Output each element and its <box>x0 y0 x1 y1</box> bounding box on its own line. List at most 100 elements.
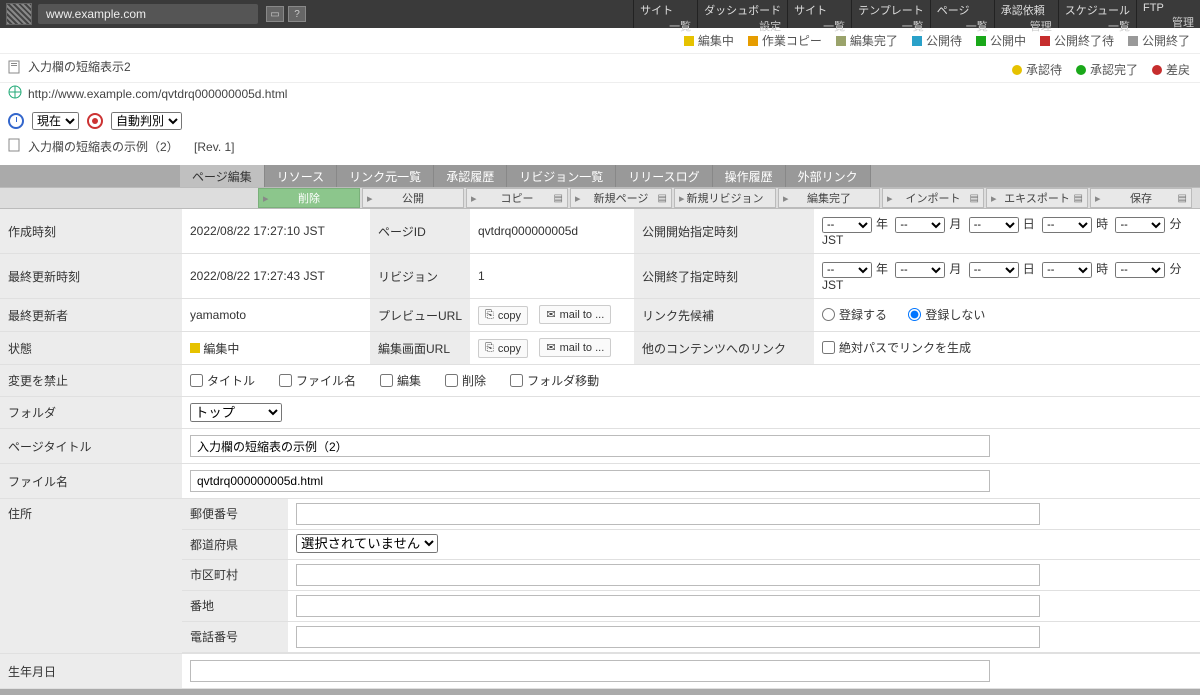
pub-start-min[interactable]: -- <box>1115 217 1165 233</box>
pub-end-day[interactable]: -- <box>969 262 1019 278</box>
filename-input[interactable] <box>190 470 990 492</box>
time-select[interactable]: 現在 <box>32 112 79 130</box>
title-value <box>182 429 1200 464</box>
pub-start-day[interactable]: -- <box>969 217 1019 233</box>
nav-tab[interactable]: ダッシュボード設定 <box>697 0 787 28</box>
pub-end-hour[interactable]: -- <box>1042 262 1092 278</box>
nav-tab[interactable]: ページ一覧 <box>930 0 994 28</box>
toolbar-新規リビジョン[interactable]: ▸新規リビジョン <box>674 188 776 208</box>
other-link-label: 他のコンテンツへのリンク <box>634 332 814 365</box>
pub-start-year[interactable]: -- <box>822 217 872 233</box>
tab-7[interactable]: 外部リンク <box>786 165 871 187</box>
tab-4[interactable]: リビジョン一覧 <box>507 165 616 187</box>
lock-opt[interactable]: 編集 <box>380 372 421 389</box>
page-tabs: ページ編集リソースリンク元一覧承認履歴リビジョン一覧リリースログ操作履歴外部リン… <box>0 165 1200 187</box>
page-url-row: http://www.example.com/qvtdrq000000005d.… <box>0 83 1200 108</box>
record-icon <box>87 113 103 129</box>
site-url: www.example.com <box>38 4 258 24</box>
top-tool-icons: ▭ ? <box>266 6 306 22</box>
tab-6[interactable]: 操作履歴 <box>713 165 786 187</box>
toolbar-エキスポート[interactable]: ▸エキスポート▤ <box>986 188 1088 208</box>
rev-value: 1 <box>470 254 634 299</box>
mail-icon: ✉ <box>546 308 555 321</box>
toolbar-保存[interactable]: ▸保存▤ <box>1090 188 1192 208</box>
toolbar-インポート[interactable]: ▸インポート▤ <box>882 188 984 208</box>
status-item: 編集中 <box>684 32 734 49</box>
pageid-label: ページID <box>370 209 470 254</box>
pub-start-month[interactable]: -- <box>895 217 945 233</box>
lock-opt[interactable]: ファイル名 <box>279 372 356 389</box>
address-row-city: 市区町村 <box>182 560 1200 591</box>
toolbar-コピー[interactable]: ▸コピー▤ <box>466 188 568 208</box>
status-item: 作業コピー <box>748 32 822 49</box>
time-mode-row: 現在 自動判別 <box>0 108 1200 134</box>
top-bar: www.example.com ▭ ? サイト一覧ダッシュボード設定サイト一覧テ… <box>0 0 1200 28</box>
title-label: ページタイトル <box>0 429 182 464</box>
tab-5[interactable]: リリースログ <box>616 165 712 187</box>
nav-tab[interactable]: サイト一覧 <box>633 0 697 28</box>
revision-row: 入力欄の短縮表の示例（2） [Rev. 1] <box>0 134 1200 159</box>
birthday-input[interactable] <box>190 660 990 682</box>
nav-tab[interactable]: 承認依頼管理 <box>994 0 1058 28</box>
copy-icon: ⎘ <box>485 342 494 355</box>
register-no[interactable]: 登録しない <box>908 306 985 323</box>
preview-mailto-button[interactable]: ✉mail to ... <box>539 305 611 324</box>
address-pref-select[interactable]: 選択されていません <box>296 534 438 553</box>
pub-end-min[interactable]: -- <box>1115 262 1165 278</box>
page-url-text: http://www.example.com/qvtdrq000000005d.… <box>28 87 287 101</box>
toolbar-編集完了[interactable]: ▸編集完了 <box>778 188 880 208</box>
tab-0[interactable]: ページ編集 <box>180 165 265 187</box>
pub-end-month[interactable]: -- <box>895 262 945 278</box>
created-label: 作成時刻 <box>0 209 182 254</box>
status-item: 編集完了 <box>836 32 898 49</box>
title-input[interactable] <box>190 435 990 457</box>
rev-label: リビジョン <box>370 254 470 299</box>
address-phone-input[interactable] <box>296 626 1040 648</box>
lock-opt[interactable]: タイトル <box>190 372 255 389</box>
address-street-input[interactable] <box>296 595 1040 617</box>
help-icon[interactable]: ? <box>288 6 306 22</box>
created-value: 2022/08/22 17:27:10 JST <box>182 209 370 254</box>
pub-end-year[interactable]: -- <box>822 262 872 278</box>
nav-tab[interactable]: サイト一覧 <box>787 0 851 28</box>
edit-url-actions: ⎘copy ✉mail to ... <box>470 332 634 365</box>
mode-select[interactable]: 自動判別 <box>111 112 182 130</box>
address-postal-input[interactable] <box>296 503 1040 525</box>
nav-tab[interactable]: FTP管理 <box>1136 0 1200 28</box>
state-icon <box>190 343 200 353</box>
toolbar-新規ページ[interactable]: ▸新規ページ▤ <box>570 188 672 208</box>
address-block: 郵便番号都道府県選択されていません市区町村番地電話番号 <box>182 499 1200 654</box>
page-icon <box>8 60 22 74</box>
folder-value: トップ <box>182 397 1200 429</box>
register-yes[interactable]: 登録する <box>822 306 887 323</box>
pub-start-hour[interactable]: -- <box>1042 217 1092 233</box>
nav-tab[interactable]: スケジュール一覧 <box>1058 0 1136 28</box>
lock-label: 変更を禁止 <box>0 365 182 397</box>
updater-label: 最終更新者 <box>0 299 182 332</box>
tab-3[interactable]: 承認履歴 <box>434 165 507 187</box>
status-legend-2: 承認待承認完了差戻 <box>0 57 1200 83</box>
address-city-input[interactable] <box>296 564 1040 586</box>
preview-copy-button[interactable]: ⎘copy <box>478 306 528 325</box>
revision-number: [Rev. 1] <box>194 140 234 154</box>
birthday-label: 生年月日 <box>0 654 182 689</box>
status-item: 承認待 <box>1012 61 1062 78</box>
address-street-label: 番地 <box>182 591 288 621</box>
filename-value <box>182 464 1200 499</box>
tab-2[interactable]: リンク元一覧 <box>337 165 434 187</box>
tab-1[interactable]: リソース <box>265 165 337 187</box>
lock-opt[interactable]: 削除 <box>445 372 486 389</box>
abs-path-check[interactable]: 絶対パスでリンクを生成 <box>822 339 971 356</box>
status-item: 差戻 <box>1152 61 1190 78</box>
nav-tab[interactable]: テンプレート一覧 <box>851 0 930 28</box>
toolbar-削除[interactable]: ▸削除 <box>258 188 360 208</box>
editurl-mailto-button[interactable]: ✉mail to ... <box>539 338 611 357</box>
lock-options: タイトル ファイル名 編集 削除 フォルダ移動 <box>182 365 1200 397</box>
editurl-copy-button[interactable]: ⎘copy <box>478 339 528 358</box>
folder-select[interactable]: トップ <box>190 403 282 422</box>
updated-label: 最終更新時刻 <box>0 254 182 299</box>
toolbar-公開[interactable]: ▸公開 <box>362 188 464 208</box>
layout-icon[interactable]: ▭ <box>266 6 284 22</box>
lock-opt[interactable]: フォルダ移動 <box>510 372 599 389</box>
clock-icon <box>8 113 24 129</box>
